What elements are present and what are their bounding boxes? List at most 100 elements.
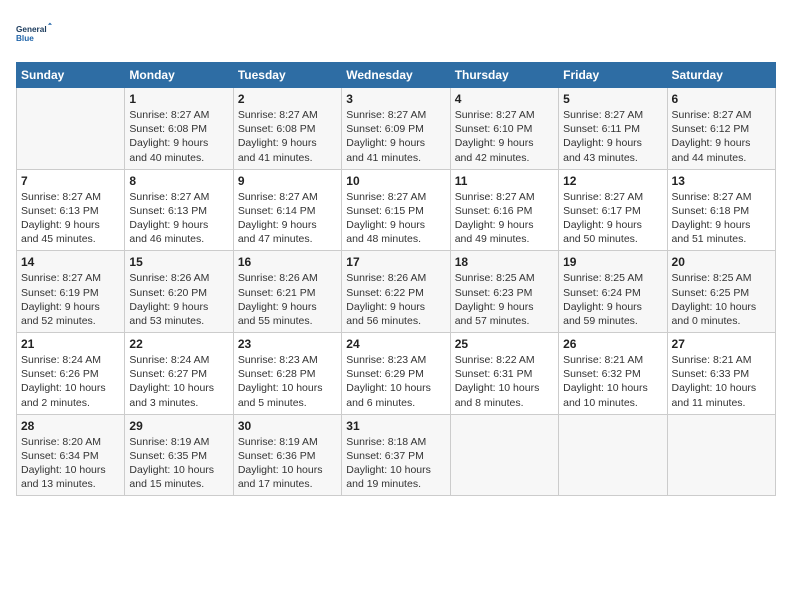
cell-info: Sunrise: 8:19 AMSunset: 6:35 PMDaylight:… bbox=[129, 435, 228, 492]
day-number: 4 bbox=[455, 92, 554, 106]
calendar-cell: 16 Sunrise: 8:26 AMSunset: 6:21 PMDayligh… bbox=[233, 251, 341, 333]
day-number: 27 bbox=[672, 337, 771, 351]
cell-info: Sunrise: 8:21 AMSunset: 6:32 PMDaylight:… bbox=[563, 353, 662, 410]
cell-info: Sunrise: 8:27 AMSunset: 6:11 PMDaylight:… bbox=[563, 108, 662, 165]
cell-info: Sunrise: 8:27 AMSunset: 6:19 PMDaylight:… bbox=[21, 271, 120, 328]
cell-info: Sunrise: 8:27 AMSunset: 6:13 PMDaylight:… bbox=[21, 190, 120, 247]
week-row-3: 14 Sunrise: 8:27 AMSunset: 6:19 PMDayligh… bbox=[17, 251, 776, 333]
cell-info: Sunrise: 8:25 AMSunset: 6:23 PMDaylight:… bbox=[455, 271, 554, 328]
calendar-cell bbox=[450, 414, 558, 496]
calendar-cell: 5 Sunrise: 8:27 AMSunset: 6:11 PMDaylight… bbox=[559, 88, 667, 170]
week-row-4: 21Sunrise: 8:24 AMSunset: 6:26 PMDayligh… bbox=[17, 333, 776, 415]
cell-info: Sunrise: 8:27 AMSunset: 6:13 PMDaylight:… bbox=[129, 190, 228, 247]
calendar-cell: 2 Sunrise: 8:27 AMSunset: 6:08 PMDaylight… bbox=[233, 88, 341, 170]
calendar-cell: 1 Sunrise: 8:27 AMSunset: 6:08 PMDaylight… bbox=[125, 88, 233, 170]
day-number: 8 bbox=[129, 174, 228, 188]
logo: General Blue bbox=[16, 16, 52, 52]
week-row-1: 1 Sunrise: 8:27 AMSunset: 6:08 PMDaylight… bbox=[17, 88, 776, 170]
calendar-cell: 9 Sunrise: 8:27 AMSunset: 6:14 PMDaylight… bbox=[233, 169, 341, 251]
cell-info: Sunrise: 8:25 AMSunset: 6:25 PMDaylight:… bbox=[672, 271, 771, 328]
col-header-thursday: Thursday bbox=[450, 63, 558, 88]
day-number: 13 bbox=[672, 174, 771, 188]
col-header-monday: Monday bbox=[125, 63, 233, 88]
day-number: 10 bbox=[346, 174, 445, 188]
cell-info: Sunrise: 8:25 AMSunset: 6:24 PMDaylight:… bbox=[563, 271, 662, 328]
day-number: 20 bbox=[672, 255, 771, 269]
calendar-cell: 18Sunrise: 8:25 AMSunset: 6:23 PMDayligh… bbox=[450, 251, 558, 333]
day-number: 16 bbox=[238, 255, 337, 269]
calendar-cell: 20 Sunrise: 8:25 AMSunset: 6:25 PMDayligh… bbox=[667, 251, 775, 333]
calendar-cell: 8 Sunrise: 8:27 AMSunset: 6:13 PMDaylight… bbox=[125, 169, 233, 251]
day-number: 14 bbox=[21, 255, 120, 269]
calendar-cell: 17Sunrise: 8:26 AMSunset: 6:22 PMDayligh… bbox=[342, 251, 450, 333]
cell-info: Sunrise: 8:24 AMSunset: 6:27 PMDaylight:… bbox=[129, 353, 228, 410]
cell-info: Sunrise: 8:27 AMSunset: 6:08 PMDaylight:… bbox=[238, 108, 337, 165]
cell-info: Sunrise: 8:27 AMSunset: 6:17 PMDaylight:… bbox=[563, 190, 662, 247]
calendar-table: SundayMondayTuesdayWednesdayThursdayFrid… bbox=[16, 62, 776, 496]
cell-info: Sunrise: 8:24 AMSunset: 6:26 PMDaylight:… bbox=[21, 353, 120, 410]
day-number: 25 bbox=[455, 337, 554, 351]
cell-info: Sunrise: 8:27 AMSunset: 6:12 PMDaylight:… bbox=[672, 108, 771, 165]
cell-info: Sunrise: 8:20 AMSunset: 6:34 PMDaylight:… bbox=[21, 435, 120, 492]
calendar-cell bbox=[17, 88, 125, 170]
day-number: 31 bbox=[346, 419, 445, 433]
calendar-cell: 26 Sunrise: 8:21 AMSunset: 6:32 PMDayligh… bbox=[559, 333, 667, 415]
calendar-cell: 6 Sunrise: 8:27 AMSunset: 6:12 PMDaylight… bbox=[667, 88, 775, 170]
day-number: 22 bbox=[129, 337, 228, 351]
cell-info: Sunrise: 8:18 AMSunset: 6:37 PMDaylight:… bbox=[346, 435, 445, 492]
cell-info: Sunrise: 8:27 AMSunset: 6:16 PMDaylight:… bbox=[455, 190, 554, 247]
calendar-cell: 22 Sunrise: 8:24 AMSunset: 6:27 PMDayligh… bbox=[125, 333, 233, 415]
header-row-days: SundayMondayTuesdayWednesdayThursdayFrid… bbox=[17, 63, 776, 88]
calendar-cell: 12 Sunrise: 8:27 AMSunset: 6:17 PMDayligh… bbox=[559, 169, 667, 251]
day-number: 23 bbox=[238, 337, 337, 351]
cell-info: Sunrise: 8:21 AMSunset: 6:33 PMDaylight:… bbox=[672, 353, 771, 410]
cell-info: Sunrise: 8:19 AMSunset: 6:36 PMDaylight:… bbox=[238, 435, 337, 492]
col-header-wednesday: Wednesday bbox=[342, 63, 450, 88]
cell-info: Sunrise: 8:27 AMSunset: 6:10 PMDaylight:… bbox=[455, 108, 554, 165]
logo-svg: General Blue bbox=[16, 16, 52, 52]
calendar-cell: 7 Sunrise: 8:27 AMSunset: 6:13 PMDaylight… bbox=[17, 169, 125, 251]
cell-info: Sunrise: 8:26 AMSunset: 6:21 PMDaylight:… bbox=[238, 271, 337, 328]
day-number: 9 bbox=[238, 174, 337, 188]
day-number: 19 bbox=[563, 255, 662, 269]
day-number: 6 bbox=[672, 92, 771, 106]
calendar-cell: 21Sunrise: 8:24 AMSunset: 6:26 PMDayligh… bbox=[17, 333, 125, 415]
col-header-tuesday: Tuesday bbox=[233, 63, 341, 88]
day-number: 5 bbox=[563, 92, 662, 106]
col-header-saturday: Saturday bbox=[667, 63, 775, 88]
calendar-cell: 15 Sunrise: 8:26 AMSunset: 6:20 PMDayligh… bbox=[125, 251, 233, 333]
calendar-cell: 4 Sunrise: 8:27 AMSunset: 6:10 PMDaylight… bbox=[450, 88, 558, 170]
day-number: 15 bbox=[129, 255, 228, 269]
cell-info: Sunrise: 8:27 AMSunset: 6:14 PMDaylight:… bbox=[238, 190, 337, 247]
cell-info: Sunrise: 8:27 AMSunset: 6:18 PMDaylight:… bbox=[672, 190, 771, 247]
calendar-cell: 10 Sunrise: 8:27 AMSunset: 6:15 PMDayligh… bbox=[342, 169, 450, 251]
day-number: 26 bbox=[563, 337, 662, 351]
cell-info: Sunrise: 8:26 AMSunset: 6:20 PMDaylight:… bbox=[129, 271, 228, 328]
calendar-cell: 14 Sunrise: 8:27 AMSunset: 6:19 PMDayligh… bbox=[17, 251, 125, 333]
week-row-5: 28 Sunrise: 8:20 AMSunset: 6:34 PMDayligh… bbox=[17, 414, 776, 496]
calendar-cell: 28 Sunrise: 8:20 AMSunset: 6:34 PMDayligh… bbox=[17, 414, 125, 496]
day-number: 7 bbox=[21, 174, 120, 188]
calendar-cell: 25Sunrise: 8:22 AMSunset: 6:31 PMDayligh… bbox=[450, 333, 558, 415]
week-row-2: 7 Sunrise: 8:27 AMSunset: 6:13 PMDaylight… bbox=[17, 169, 776, 251]
day-number: 28 bbox=[21, 419, 120, 433]
col-header-sunday: Sunday bbox=[17, 63, 125, 88]
day-number: 11 bbox=[455, 174, 554, 188]
svg-text:Blue: Blue bbox=[16, 34, 34, 43]
header-row: General Blue bbox=[16, 16, 776, 52]
calendar-cell: 24Sunrise: 8:23 AMSunset: 6:29 PMDayligh… bbox=[342, 333, 450, 415]
col-header-friday: Friday bbox=[559, 63, 667, 88]
day-number: 12 bbox=[563, 174, 662, 188]
cell-info: Sunrise: 8:27 AMSunset: 6:15 PMDaylight:… bbox=[346, 190, 445, 247]
day-number: 1 bbox=[129, 92, 228, 106]
day-number: 24 bbox=[346, 337, 445, 351]
day-number: 30 bbox=[238, 419, 337, 433]
calendar-cell: 31 Sunrise: 8:18 AMSunset: 6:37 PMDayligh… bbox=[342, 414, 450, 496]
calendar-cell bbox=[667, 414, 775, 496]
cell-info: Sunrise: 8:27 AMSunset: 6:08 PMDaylight:… bbox=[129, 108, 228, 165]
calendar-cell: 23 Sunrise: 8:23 AMSunset: 6:28 PMDayligh… bbox=[233, 333, 341, 415]
cell-info: Sunrise: 8:23 AMSunset: 6:28 PMDaylight:… bbox=[238, 353, 337, 410]
day-number: 2 bbox=[238, 92, 337, 106]
calendar-cell: 19 Sunrise: 8:25 AMSunset: 6:24 PMDayligh… bbox=[559, 251, 667, 333]
calendar-cell bbox=[559, 414, 667, 496]
